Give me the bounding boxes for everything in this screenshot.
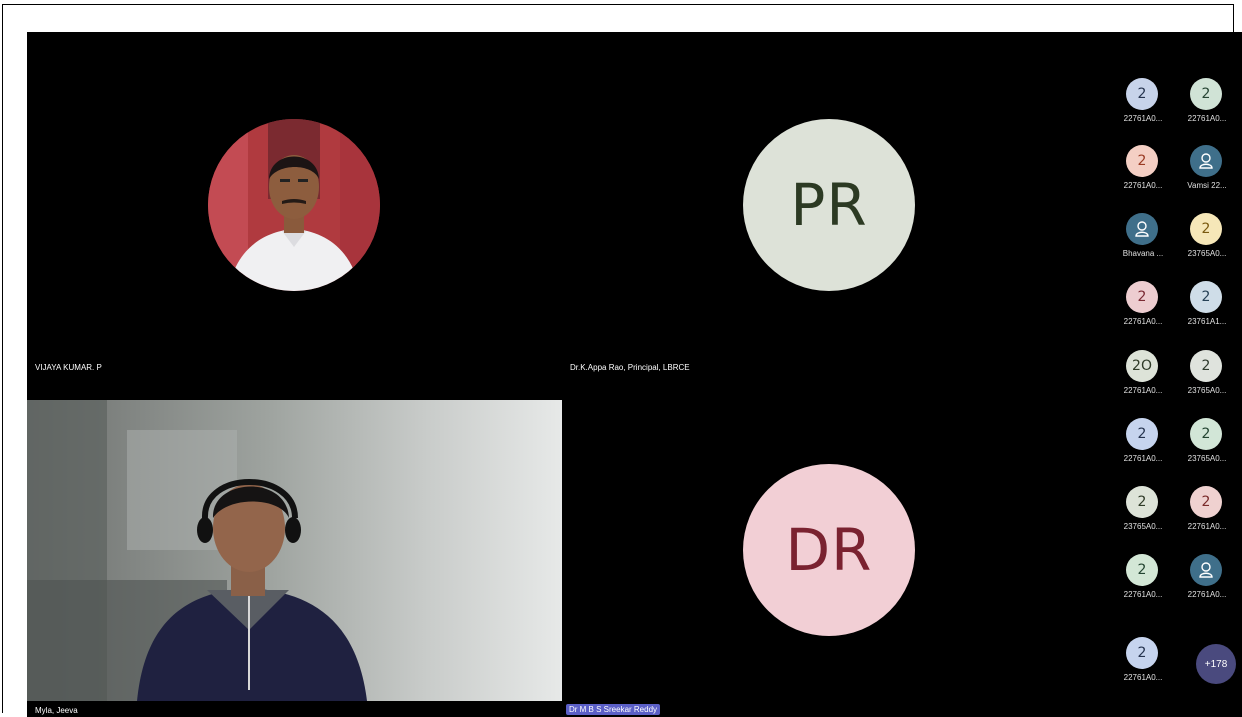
person-icon bbox=[1190, 145, 1222, 177]
gallery-participant[interactable]: Bhavana ... bbox=[1113, 213, 1173, 273]
gallery-participant[interactable]: 2 22761A0... bbox=[1113, 78, 1173, 138]
gallery-participant-label: 23761A1... bbox=[1187, 317, 1227, 326]
participant-initials: 2 bbox=[1126, 554, 1158, 586]
gallery-participant-label: 22761A0... bbox=[1187, 522, 1227, 531]
video-tile-vijaya[interactable]: VIJAYA KUMAR. P bbox=[27, 32, 562, 400]
gallery-participant[interactable]: 2 22761A0... bbox=[1177, 78, 1237, 138]
participant-initials: 2O bbox=[1126, 350, 1158, 382]
gallery-participant-label: 22761A0... bbox=[1123, 590, 1163, 599]
participant-initials: 2 bbox=[1126, 281, 1158, 313]
participant-initials: 2 bbox=[1126, 145, 1158, 177]
gallery-participant[interactable]: 2O 22761A0... bbox=[1113, 350, 1173, 410]
gallery-participant-label: 22761A0... bbox=[1123, 317, 1163, 326]
gallery-participant[interactable]: 2 23765A0... bbox=[1177, 418, 1237, 478]
gallery-participant-label: 23765A0... bbox=[1187, 249, 1227, 258]
gallery-participant-label: 22761A0... bbox=[1123, 673, 1163, 682]
person-icon bbox=[1126, 213, 1158, 245]
gallery-participant-label: 22761A0... bbox=[1123, 454, 1163, 463]
participant-initials: 2 bbox=[1126, 486, 1158, 518]
video-tile-myla-jeeva[interactable]: Myla, Jeeva bbox=[27, 400, 562, 717]
participant-name: VIJAYA KUMAR. P bbox=[35, 363, 102, 372]
gallery-participant-label: 22761A0... bbox=[1123, 386, 1163, 395]
person-icon bbox=[1190, 554, 1222, 586]
participant-initials: 2 bbox=[1126, 78, 1158, 110]
video-tile-appa-rao[interactable]: PR Dr.K.Appa Rao, Principal, LBRCE bbox=[562, 32, 1097, 400]
gallery-participant[interactable]: 2 22761A0... bbox=[1113, 145, 1173, 205]
participant-initials: 2 bbox=[1190, 486, 1222, 518]
gallery-participant-label: 23765A0... bbox=[1123, 522, 1163, 531]
gallery-participant-label: 22761A0... bbox=[1187, 590, 1227, 599]
participant-initials: 2 bbox=[1190, 418, 1222, 450]
gallery-participant-label: 22761A0... bbox=[1187, 114, 1227, 123]
gallery-participant[interactable]: 2 22761A0... bbox=[1113, 554, 1173, 614]
gallery-participant[interactable]: 2 23765A0... bbox=[1177, 350, 1237, 410]
participant-initials: 2 bbox=[1126, 637, 1158, 669]
participant-name-active: Dr M B S Sreekar Reddy bbox=[566, 704, 661, 715]
more-participants-button[interactable]: +178 bbox=[1196, 644, 1236, 684]
participant-initials: 2 bbox=[1190, 281, 1222, 313]
participant-name: Myla, Jeeva bbox=[35, 706, 78, 715]
gallery-participant-label: 22761A0... bbox=[1123, 114, 1163, 123]
video-tile-sreekar-reddy[interactable]: DR Dr M B S Sreekar Reddy bbox=[562, 400, 1097, 717]
participant-initials: 2 bbox=[1126, 418, 1158, 450]
gallery-participant[interactable]: 2 22761A0... bbox=[1113, 281, 1173, 341]
gallery-participant[interactable]: 2 23765A0... bbox=[1113, 486, 1173, 546]
participant-initials-avatar: PR bbox=[743, 119, 915, 291]
gallery-participant-label: 23765A0... bbox=[1187, 386, 1227, 395]
gallery-participant[interactable]: 2 22761A0... bbox=[1177, 486, 1237, 546]
participant-initials-avatar: DR bbox=[743, 464, 915, 636]
participant-initials: 2 bbox=[1190, 350, 1222, 382]
participant-video-feed bbox=[27, 400, 562, 701]
gallery-participant[interactable]: 2 23765A0... bbox=[1177, 213, 1237, 273]
gallery-participant-label: 22761A0... bbox=[1123, 181, 1163, 190]
gallery-participant-label: 23765A0... bbox=[1187, 454, 1227, 463]
gallery-participant-label: Bhavana ... bbox=[1122, 249, 1164, 258]
gallery-participant[interactable]: 2 22761A0... bbox=[1113, 637, 1173, 697]
participant-initials: 2 bbox=[1190, 78, 1222, 110]
gallery-participant[interactable]: 22761A0... bbox=[1177, 554, 1237, 614]
participant-initials: 2 bbox=[1190, 213, 1222, 245]
gallery-participant[interactable]: 2 22761A0... bbox=[1113, 418, 1173, 478]
gallery-participant[interactable]: Vamsi 22... bbox=[1177, 145, 1237, 205]
participant-name: Dr.K.Appa Rao, Principal, LBRCE bbox=[570, 363, 690, 372]
participant-photo bbox=[208, 119, 380, 291]
gallery-participant-label: Vamsi 22... bbox=[1187, 181, 1227, 190]
meeting-stage: VIJAYA KUMAR. P PR Dr.K.Appa Rao, Princi… bbox=[27, 32, 1242, 717]
participant-photo-avatar bbox=[208, 119, 380, 291]
gallery-participant[interactable]: 2 23761A1... bbox=[1177, 281, 1237, 341]
